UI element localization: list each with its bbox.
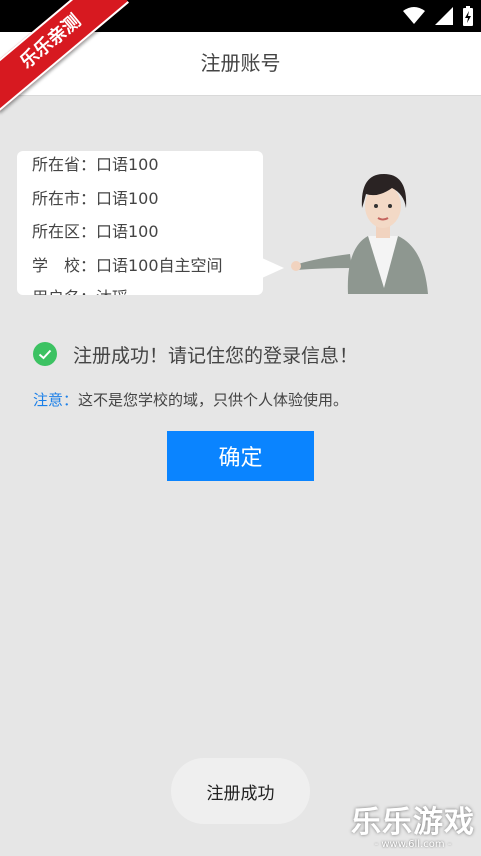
info-district: 所在区：口语100 [32, 222, 159, 241]
bubble-tail [262, 258, 284, 278]
watermark-main: 乐乐游戏 [351, 805, 475, 840]
info-school: 学 校：口语100自主空间 [32, 256, 223, 275]
notice-text: 这不是您学校的域，只供个人体验使用。 [78, 391, 349, 409]
info-username: 用户名：沐瑶 [32, 284, 128, 295]
check-circle-icon [33, 342, 57, 366]
notice-label: 注意： [33, 391, 79, 409]
info-city: 所在市：口语100 [32, 189, 159, 208]
wifi-icon [403, 7, 425, 24]
toast: 注册成功 [171, 758, 310, 824]
info-province: 所在省：口语100 [32, 155, 159, 174]
account-info-bubble: 所在省：口语100 所在市：口语100 所在区：口语100 学 校：口语100自… [17, 151, 263, 295]
notice: 注意：这不是您学校的域，只供个人体验使用。 [33, 389, 348, 410]
success-message: 注册成功！请记住您的登录信息！ [73, 344, 359, 367]
teacher-illustration [291, 174, 428, 294]
battery-icon [463, 6, 473, 26]
success-row: 注册成功！请记住您的登录信息！ [33, 339, 358, 369]
signal-icon [435, 7, 453, 25]
status-icons [403, 6, 473, 26]
confirm-button[interactable]: 确定 [167, 431, 314, 481]
watermark: 乐乐游戏 - www.6ll.com - [351, 797, 475, 850]
